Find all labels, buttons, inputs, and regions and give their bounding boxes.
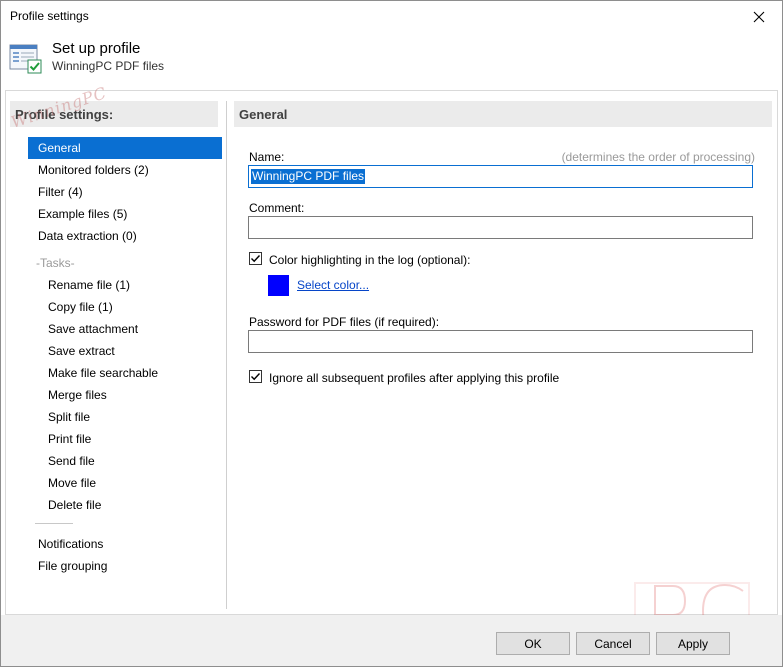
sidebar-task-send-file[interactable]: Send file xyxy=(48,450,95,472)
sidebar-item-filter[interactable]: Filter (4) xyxy=(38,181,83,203)
sidebar-task-make-searchable[interactable]: Make file searchable xyxy=(48,362,158,384)
name-input-value: WinningPC PDF files xyxy=(251,169,366,184)
password-input[interactable] xyxy=(248,330,753,353)
header-subtitle: WinningPC PDF files xyxy=(52,59,165,73)
sidebar-task-move-file[interactable]: Move file xyxy=(48,472,96,494)
name-hint: (determines the order of processing) xyxy=(561,150,755,164)
sidebar: Profile settings: WinningPC General Moni… xyxy=(9,83,222,609)
sidebar-item-data-extraction[interactable]: Data extraction (0) xyxy=(38,225,137,247)
color-swatch[interactable] xyxy=(268,275,289,296)
sidebar-task-delete-file[interactable]: Delete file xyxy=(48,494,101,516)
sidebar-task-save-attachment[interactable]: Save attachment xyxy=(48,318,138,340)
color-highlight-label: Color highlighting in the log (optional)… xyxy=(269,253,471,267)
sidebar-task-rename-file[interactable]: Rename file (1) xyxy=(48,274,130,296)
sidebar-task-split-file[interactable]: Split file xyxy=(48,406,90,428)
dialog-footer: OK Cancel Apply xyxy=(1,615,782,666)
dialog-header: Set up profile WinningPC PDF files xyxy=(1,32,782,89)
profile-settings-dialog: Profile settings Set up profile WinningP… xyxy=(0,0,783,667)
password-label: Password for PDF files (if required): xyxy=(249,315,440,329)
ignore-profiles-checkbox[interactable] xyxy=(249,370,262,383)
comment-input[interactable] xyxy=(248,216,753,239)
sidebar-item-notifications[interactable]: Notifications xyxy=(38,533,103,555)
header-title: Set up profile xyxy=(52,40,141,57)
apply-button[interactable]: Apply xyxy=(656,632,730,655)
sidebar-task-print-file[interactable]: Print file xyxy=(48,428,91,450)
close-icon xyxy=(753,11,765,22)
cancel-button[interactable]: Cancel xyxy=(576,632,650,655)
close-button[interactable] xyxy=(736,1,782,32)
ignore-profiles-label: Ignore all subsequent profiles after app… xyxy=(269,371,560,385)
checkmark-icon xyxy=(251,373,261,381)
sidebar-task-merge-files[interactable]: Merge files xyxy=(48,384,107,406)
general-panel: General Name: (determines the order of p… xyxy=(234,101,772,609)
name-label: Name: xyxy=(249,150,285,164)
checkmark-icon xyxy=(251,255,261,263)
sidebar-task-save-extract[interactable]: Save extract xyxy=(48,340,115,362)
pane-separator xyxy=(226,101,227,609)
sidebar-heading: Profile settings: xyxy=(10,101,218,127)
tasks-heading: -Tasks- xyxy=(36,256,75,270)
select-color-link[interactable]: Select color... xyxy=(297,278,369,292)
sidebar-item-general[interactable]: General xyxy=(28,137,222,159)
ok-button[interactable]: OK xyxy=(496,632,570,655)
profile-settings-icon xyxy=(9,44,42,74)
window-title: Profile settings xyxy=(10,9,89,23)
sidebar-item-example-files[interactable]: Example files (5) xyxy=(38,203,127,225)
name-input[interactable]: WinningPC PDF files xyxy=(248,165,753,188)
settings-body: Profile settings: WinningPC General Moni… xyxy=(5,83,778,615)
comment-label: Comment: xyxy=(249,201,305,215)
tasks-divider xyxy=(35,523,73,524)
panel-heading: General xyxy=(234,101,772,127)
color-highlight-checkbox[interactable] xyxy=(249,252,262,265)
sidebar-task-copy-file[interactable]: Copy file (1) xyxy=(48,296,113,318)
title-bar: Profile settings xyxy=(1,1,782,32)
sidebar-item-monitored-folders[interactable]: Monitored folders (2) xyxy=(38,159,149,181)
sidebar-item-file-grouping[interactable]: File grouping xyxy=(38,555,107,577)
